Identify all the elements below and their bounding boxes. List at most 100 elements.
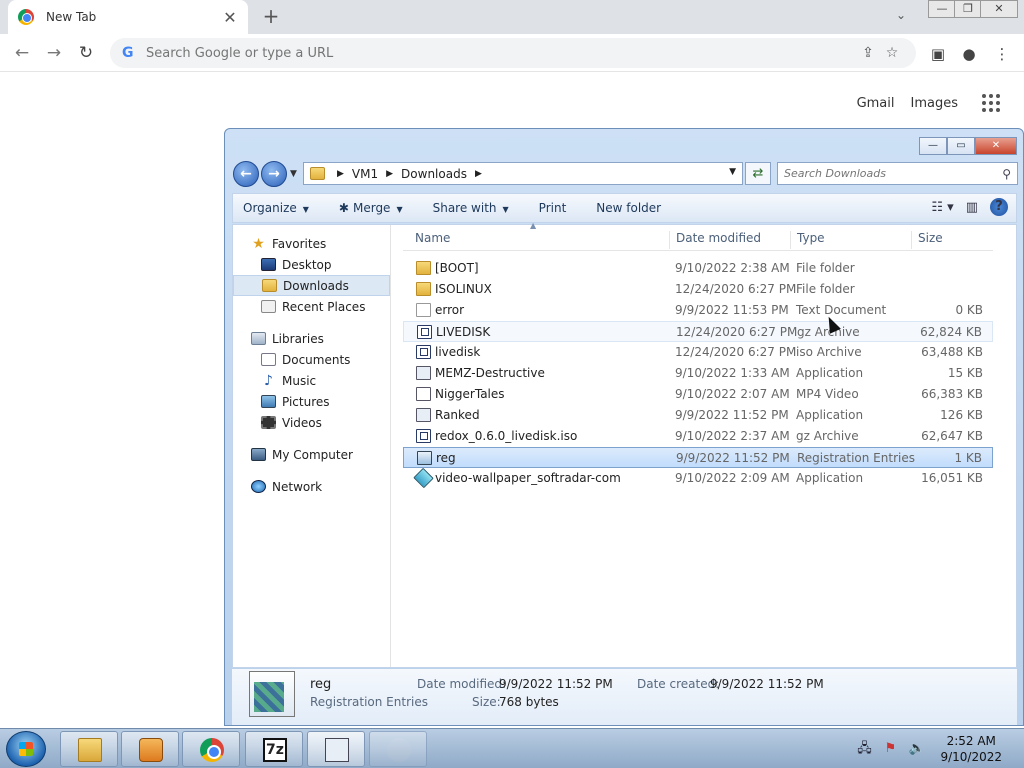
- action-center-flag-icon[interactable]: ⚑: [882, 741, 898, 757]
- recent-pages-chevron-icon[interactable]: ▼: [290, 169, 297, 179]
- share-icon[interactable]: ⇪: [856, 45, 880, 61]
- help-icon[interactable]: ?: [990, 198, 1008, 216]
- search-input[interactable]: [784, 167, 1003, 180]
- new-folder-button[interactable]: New folder: [596, 201, 661, 215]
- start-button[interactable]: [6, 731, 46, 767]
- clock[interactable]: 2:52 AM 9/10/2022: [940, 733, 1002, 765]
- merge-button[interactable]: ✱ Merge ▼: [339, 201, 403, 215]
- gmail-link[interactable]: Gmail: [857, 96, 895, 111]
- breadcrumb-vm1[interactable]: VM1: [352, 167, 378, 181]
- restore-button[interactable]: ❐: [954, 0, 982, 18]
- breadcrumb-chevron-icon[interactable]: ▶: [386, 169, 393, 179]
- sidebar-item-videos[interactable]: Videos: [233, 412, 390, 433]
- omnibox-input[interactable]: [146, 45, 856, 61]
- star-icon[interactable]: ☆: [880, 45, 904, 61]
- sidebar-item-recent-places[interactable]: Recent Places: [233, 296, 390, 317]
- documents-icon: [261, 353, 276, 366]
- column-date-modified[interactable]: Date modified: [669, 231, 789, 249]
- preview-pane-icon[interactable]: ▥: [966, 200, 978, 215]
- sidebar-item-downloads[interactable]: Downloads: [233, 275, 390, 296]
- minimize-button[interactable]: —: [928, 0, 956, 18]
- column-name[interactable]: Name: [409, 231, 659, 249]
- 7zip-icon: 7z: [263, 738, 287, 762]
- share-with-button[interactable]: Share with ▼: [433, 201, 509, 215]
- print-button[interactable]: Print: [539, 201, 567, 215]
- menu-icon[interactable]: ⋮: [992, 44, 1012, 64]
- computer-icon: [251, 448, 266, 461]
- search-box[interactable]: ⚲: [777, 162, 1018, 185]
- file-row[interactable]: reg 9/9/2022 11:52 PM Registration Entries…: [403, 447, 993, 468]
- apps-grid-icon[interactable]: [982, 94, 1000, 112]
- taskbar-media-player[interactable]: [121, 731, 179, 767]
- taskbar-7zip[interactable]: 7z: [245, 731, 303, 767]
- profile-icon[interactable]: ●: [959, 44, 979, 64]
- chrome-logo-icon: [18, 9, 34, 25]
- file-row[interactable]: NiggerTales 9/10/2022 2:07 AM MP4 Video 66,…: [403, 384, 993, 405]
- file-row[interactable]: livedisk 12/24/2020 6:27 PM iso Archive 63,…: [403, 342, 993, 363]
- file-row[interactable]: Ranked 9/9/2022 11:52 PM Application 126 KB: [403, 405, 993, 426]
- file-row[interactable]: ISOLINUX 12/24/2020 6:27 PM File folder: [403, 279, 993, 300]
- details-file-name: reg: [310, 677, 332, 692]
- back-icon[interactable]: ←: [12, 43, 32, 63]
- tab-new-tab[interactable]: New Tab ✕: [8, 0, 248, 34]
- sidebar-item-favorites[interactable]: ★ Favorites: [233, 233, 390, 254]
- google-g-icon: G: [122, 45, 134, 61]
- column-size[interactable]: Size: [911, 231, 991, 249]
- forward-icon[interactable]: →: [44, 43, 64, 63]
- sidebar-item-network[interactable]: Network: [233, 476, 390, 497]
- taskbar-ghost[interactable]: [369, 731, 427, 767]
- address-dropdown-icon[interactable]: ▼: [729, 167, 736, 177]
- refresh-icon[interactable]: ⇄: [745, 162, 771, 185]
- file-row[interactable]: MEMZ-Destructive 9/10/2022 1:33 AM Applica…: [403, 363, 993, 384]
- explorer-forward-icon[interactable]: →: [261, 161, 287, 187]
- sidebar-item-documents[interactable]: Documents: [233, 349, 390, 370]
- column-type[interactable]: Type: [790, 231, 910, 249]
- breadcrumb-chevron-icon[interactable]: ▶: [475, 169, 482, 179]
- file-row[interactable]: redox_0.6.0_livedisk.iso 9/10/2022 2:37 A…: [403, 426, 993, 447]
- organize-button[interactable]: Organize ▼: [243, 201, 309, 215]
- file-size: 126 KB: [940, 408, 983, 422]
- details-size-label: Size:: [472, 695, 501, 709]
- sidepanel-icon[interactable]: ▣: [928, 44, 948, 64]
- explorer-maximize-button[interactable]: ▭: [947, 137, 975, 155]
- taskbar-explorer[interactable]: [60, 731, 118, 767]
- close-button[interactable]: ✕: [980, 0, 1018, 18]
- tab-close-icon[interactable]: ✕: [222, 8, 238, 27]
- file-size: 66,383 KB: [921, 387, 983, 401]
- breadcrumb-downloads[interactable]: Downloads: [401, 167, 467, 181]
- file-row[interactable]: [BOOT] 9/10/2022 2:38 AM File folder: [403, 258, 993, 279]
- view-options-icon[interactable]: ☷ ▾: [931, 200, 953, 215]
- sidebar-item-music[interactable]: ♪ Music: [233, 370, 390, 391]
- file-size: 16,051 KB: [921, 471, 983, 485]
- taskbar-registry[interactable]: [307, 731, 365, 767]
- details-modified-value: 9/9/2022 11:52 PM: [499, 677, 613, 691]
- merge-icon: ✱: [338, 201, 349, 215]
- new-tab-button[interactable]: +: [260, 5, 282, 27]
- file-row[interactable]: LIVEDISK 12/24/2020 6:27 PM gz Archive 62,8…: [403, 321, 993, 342]
- file-row[interactable]: error 9/9/2022 11:53 PM Text Document 0 KB: [403, 300, 993, 321]
- file-name: reg: [436, 451, 456, 465]
- setup-icon: [413, 467, 434, 489]
- chevron-down-icon[interactable]: ⌄: [896, 8, 906, 22]
- breadcrumb-chevron-icon[interactable]: ▶: [337, 169, 344, 179]
- sidebar-item-desktop[interactable]: Desktop: [233, 254, 390, 275]
- taskbar-chrome[interactable]: [182, 731, 240, 767]
- clock-time: 2:52 AM: [946, 734, 996, 748]
- omnibox[interactable]: G ⇪ ☆: [110, 38, 916, 68]
- explorer-caption-buttons: — ▭ ✕: [919, 137, 1017, 155]
- file-row[interactable]: video-wallpaper_softradar-com 9/10/2022 2…: [403, 467, 993, 489]
- explorer-back-icon[interactable]: ←: [233, 161, 259, 187]
- archive-icon: [416, 429, 431, 443]
- sidebar-item-libraries[interactable]: Libraries: [233, 328, 390, 349]
- address-bar[interactable]: ▶ VM1 ▶ Downloads ▶ ▼: [303, 162, 743, 185]
- images-link[interactable]: Images: [911, 96, 959, 111]
- explorer-minimize-button[interactable]: —: [919, 137, 947, 155]
- volume-icon[interactable]: 🔈: [908, 741, 924, 757]
- search-icon[interactable]: ⚲: [1002, 167, 1011, 181]
- reload-icon[interactable]: ↻: [76, 43, 96, 63]
- network-tray-icon[interactable]: 🖧: [856, 741, 872, 757]
- sidebar-item-pictures[interactable]: Pictures: [233, 391, 390, 412]
- explorer-close-button[interactable]: ✕: [975, 137, 1017, 155]
- video-file-icon: [416, 387, 431, 401]
- sidebar-item-my-computer[interactable]: My Computer: [233, 444, 390, 465]
